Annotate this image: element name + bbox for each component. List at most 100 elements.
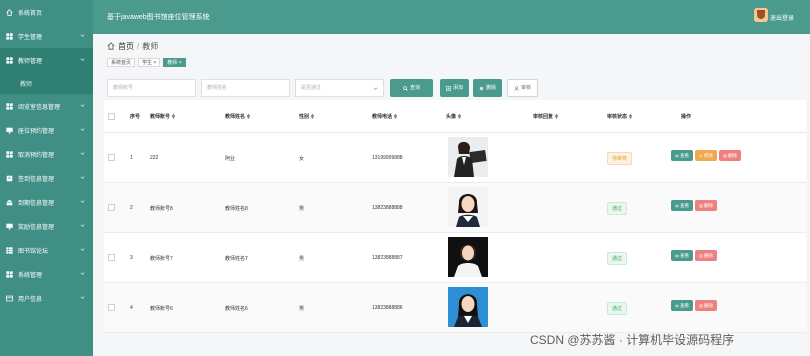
sidebar-item-7[interactable]: 到期信息管理 <box>0 190 93 214</box>
row-account: 教师账号7 <box>150 256 173 262</box>
sidebar-item-10[interactable]: 系统管理 <box>0 262 93 286</box>
edit-button[interactable]: 修改 <box>695 150 717 161</box>
row-checkbox[interactable] <box>108 204 115 211</box>
delete-icon <box>699 253 703 258</box>
chevron-down-icon <box>80 223 85 228</box>
row-checkbox[interactable] <box>108 254 115 261</box>
sidebar-item-label: 用户信息 <box>18 296 43 303</box>
teacher-account-input[interactable]: 教师账号 <box>107 79 196 97</box>
grid-icon <box>6 102 13 110</box>
header-gender[interactable]: 性别 ≑ <box>299 113 315 120</box>
search-button[interactable]: 查询 <box>390 79 433 97</box>
sidebar-item-5[interactable]: 取消预约管理 <box>0 142 93 166</box>
header-review-reply[interactable]: 审核回复 ≑ <box>533 113 559 120</box>
row-index: 1 <box>130 155 133 161</box>
sidebar: 系统首页 学生管理 教师管理 教师阅览室信息管理座位预约管理 取消预约管理 签到信息管理到… <box>0 0 93 356</box>
tab-home[interactable]: 系统首页 <box>107 58 136 67</box>
row-gender: 男 <box>299 206 305 212</box>
chevron-down-icon <box>80 271 85 276</box>
card-icon <box>6 295 13 302</box>
sidebar-item-9[interactable]: 图书馆论坛 <box>0 238 93 262</box>
bank-icon <box>6 199 13 206</box>
breadcrumb-separator: / <box>137 42 140 51</box>
chevron-down-icon <box>80 57 85 62</box>
row-name: 教师姓名6 <box>225 306 248 312</box>
chevron-down-icon <box>80 151 85 156</box>
home-icon <box>107 41 115 52</box>
sidebar-item-11[interactable]: 用户信息 <box>0 286 93 310</box>
header-name[interactable]: 教师姓名 ≑ <box>225 113 251 120</box>
row-checkbox[interactable] <box>108 154 115 161</box>
review-button[interactable]: 审核 <box>507 79 538 97</box>
grid-icon <box>6 270 13 278</box>
chevron-down-icon <box>80 175 85 180</box>
chevron-down-icon <box>80 103 85 108</box>
tab-teacher[interactable]: 教师 × <box>163 58 186 67</box>
row-actions: 查看 删除 <box>671 300 717 311</box>
chevron-down-icon <box>80 247 85 252</box>
sidebar-item-0[interactable]: 系统首页 <box>0 0 93 24</box>
delete-button[interactable]: 删除 <box>695 200 717 211</box>
row-actions: 查看 修改 删除 <box>671 150 741 161</box>
breadcrumb-current: 教师 <box>142 42 159 51</box>
tab-student[interactable]: 学生 × <box>138 58 161 67</box>
row-gender: 男 <box>299 306 305 312</box>
breadcrumb: 首页 / 教师 <box>107 41 158 52</box>
delete-button[interactable]: 删除 <box>719 150 741 161</box>
edit-label: 修改 <box>704 153 713 158</box>
view-label: 查看 <box>680 203 689 208</box>
header-review-status[interactable]: 审核状态 ≑ <box>607 113 633 120</box>
row-index: 3 <box>130 255 133 261</box>
teacher-table: 序号 教师账号 ≑ 教师姓名 ≑ 性别 ≑ 教师电话 ≑ 头像 ≑ 审核回复 ≑… <box>104 100 806 333</box>
bulk-delete-button[interactable]: 删除 <box>473 79 502 97</box>
bulk-delete-label: 删除 <box>485 85 496 91</box>
row-account: 教师账号8 <box>150 206 173 212</box>
select-all-checkbox[interactable] <box>108 113 115 120</box>
view-button[interactable]: 查看 <box>671 250 693 261</box>
sidebar-item-label: 系统管理 <box>18 272 43 279</box>
header-phone[interactable]: 教师电话 ≑ <box>372 113 398 120</box>
row-phone: 13823888888 <box>372 205 403 211</box>
sidebar-item-1[interactable]: 学生管理 <box>0 24 93 48</box>
delete-button[interactable]: 删除 <box>695 250 717 261</box>
header-account[interactable]: 教师账号 ≑ <box>150 113 176 120</box>
breadcrumb-home[interactable]: 首页 <box>118 41 134 52</box>
add-icon <box>446 85 451 91</box>
delete-icon <box>699 303 703 308</box>
sidebar-item-6[interactable]: 签到信息管理 <box>0 166 93 190</box>
filter-bar: 教师账号 教师姓名 是否通过 查询 添加 删除 审核 <box>107 79 808 99</box>
sidebar-item-8[interactable]: 奖励信息管理 <box>0 214 93 238</box>
desk-icon <box>6 223 13 230</box>
user-avatar-icon[interactable] <box>754 8 768 22</box>
view-button[interactable]: 查看 <box>671 150 693 161</box>
eye-icon <box>675 154 679 157</box>
status-badge: 待审核 <box>607 152 633 165</box>
logout-button[interactable]: 退出登录 <box>770 13 794 22</box>
row-name: 教师姓名7 <box>225 256 248 262</box>
delete-label: 删除 <box>704 303 713 308</box>
chevron-down-icon <box>80 33 85 38</box>
sidebar-item-2[interactable]: 教师管理 <box>0 48 93 72</box>
header-avatar[interactable]: 头像 ≑ <box>446 113 462 120</box>
review-status-select[interactable]: 是否通过 <box>295 79 384 97</box>
table-icon <box>6 246 13 254</box>
search-icon <box>403 85 408 91</box>
row-index: 4 <box>130 305 133 311</box>
teacher-name-input[interactable]: 教师姓名 <box>201 79 290 97</box>
view-button[interactable]: 查看 <box>671 300 693 311</box>
sidebar-item-4[interactable]: 座位预约管理 <box>0 118 93 142</box>
tab-bar: 系统首页 学生 × 教师 × <box>107 58 186 67</box>
sidebar-subitem-teacher[interactable]: 教师 <box>0 72 93 94</box>
add-button[interactable]: 添加 <box>440 79 469 97</box>
row-name: 教师姓名8 <box>225 206 248 212</box>
status-badge: 通过 <box>607 302 628 315</box>
sidebar-item-label: 阅览室信息管理 <box>18 104 61 111</box>
row-checkbox[interactable] <box>108 304 115 311</box>
delete-button[interactable]: 删除 <box>695 300 717 311</box>
teacher-avatar <box>448 287 488 327</box>
view-button[interactable]: 查看 <box>671 200 693 211</box>
grid-icon <box>6 56 13 64</box>
home-icon <box>6 8 13 16</box>
sidebar-item-label: 到期信息管理 <box>18 200 55 207</box>
sidebar-item-3[interactable]: 阅览室信息管理 <box>0 94 93 118</box>
